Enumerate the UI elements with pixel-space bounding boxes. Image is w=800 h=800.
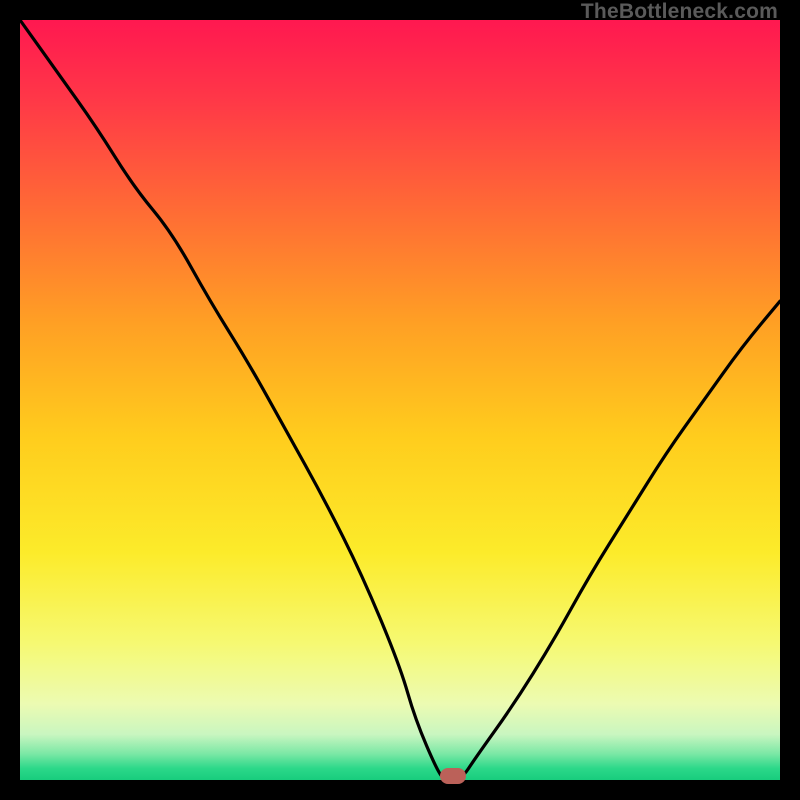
plot-area: [20, 20, 780, 780]
chart-frame: TheBottleneck.com: [0, 0, 800, 800]
bottleneck-curve: [20, 20, 780, 780]
optimal-point-marker: [440, 768, 466, 784]
